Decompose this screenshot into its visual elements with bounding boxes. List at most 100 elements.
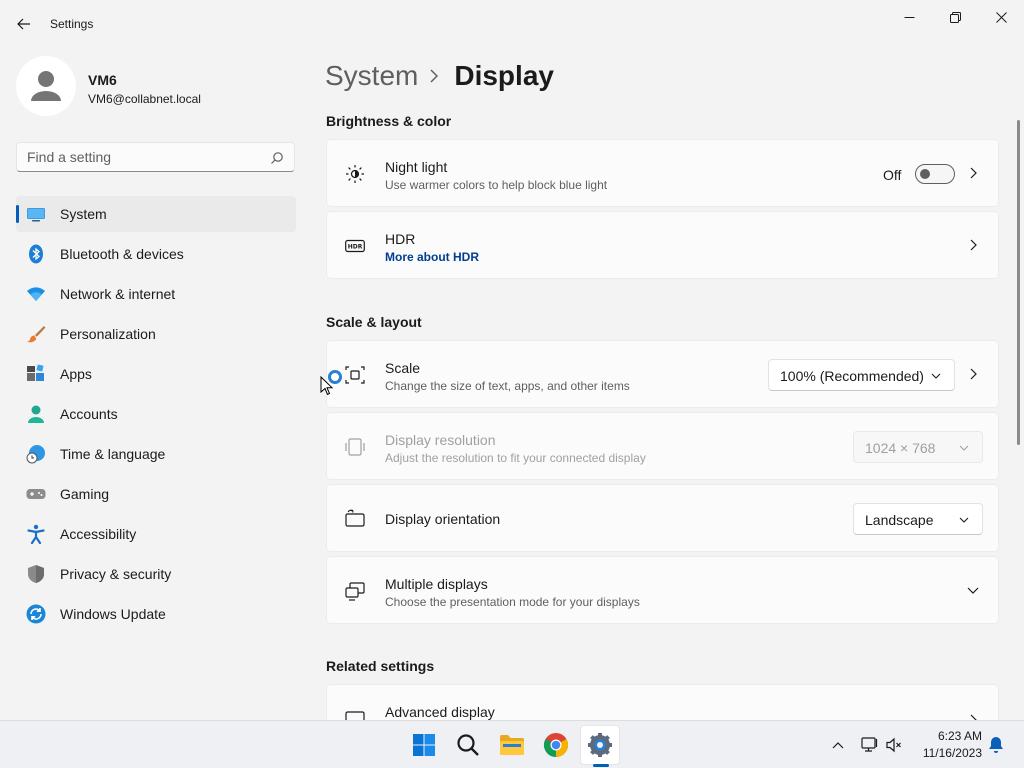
- back-button[interactable]: [10, 10, 38, 38]
- chevron-down-icon: [967, 587, 979, 594]
- orientation-dropdown[interactable]: Landscape: [853, 503, 983, 535]
- user-profile[interactable]: VM6 VM6@collabnet.local: [16, 56, 296, 116]
- search-input[interactable]: [27, 143, 267, 171]
- breadcrumb-parent-link[interactable]: System: [325, 60, 418, 92]
- chevron-down-icon: [959, 445, 969, 451]
- orientation-dropdown-value: Landscape: [865, 512, 934, 528]
- apps-icon: [27, 364, 44, 381]
- chevron-down-icon: [931, 373, 941, 379]
- accessibility-icon: [27, 524, 45, 544]
- bluetooth-icon: [29, 244, 43, 264]
- settings-icon: [588, 733, 612, 757]
- svg-text:HDR: HDR: [348, 244, 363, 251]
- person-icon: [28, 405, 44, 423]
- scrollbar-thumb[interactable]: [1017, 120, 1020, 445]
- wifi-icon: [27, 287, 45, 301]
- sidebar-item-label: Apps: [60, 366, 92, 382]
- close-button[interactable]: [978, 4, 1024, 30]
- sidebar-item-personalization[interactable]: Personalization: [16, 316, 296, 352]
- file-explorer-icon: [500, 735, 524, 755]
- section-title-scale-layout: Scale & layout: [326, 314, 422, 330]
- speaker-muted-icon: [886, 737, 901, 753]
- monitor-icon: [27, 208, 45, 222]
- display-orientation-card: Display orientation Landscape: [326, 484, 999, 552]
- page-title: Display: [454, 60, 554, 91]
- orientation-icon: [345, 509, 365, 527]
- hdr-card[interactable]: HDR HDR More about HDR: [326, 211, 999, 279]
- advanced-display-card[interactable]: Advanced display: [326, 684, 999, 727]
- start-icon: [413, 734, 435, 756]
- network-status-icon: [861, 737, 878, 752]
- back-arrow-icon: [17, 18, 30, 30]
- sidebar-item-label: Bluetooth & devices: [60, 246, 184, 262]
- sidebar-item-apps[interactable]: Apps: [16, 356, 296, 392]
- restore-button[interactable]: [932, 4, 978, 30]
- scale-dropdown-value: 100% (Recommended): [780, 368, 924, 384]
- chrome-button[interactable]: [536, 725, 576, 765]
- clock-date[interactable]: 11/16/2023: [910, 746, 982, 760]
- minimize-button[interactable]: [886, 4, 932, 30]
- clock-globe-icon: [26, 445, 45, 464]
- display-resolution-card: Display resolution Adjust the resolution…: [326, 412, 999, 480]
- avatar: [16, 56, 76, 116]
- start-button[interactable]: [404, 725, 444, 765]
- search-icon: [457, 734, 479, 756]
- multiple-displays-card[interactable]: Multiple displays Choose the presentatio…: [326, 556, 999, 624]
- sidebar-item-label: Personalization: [60, 326, 156, 342]
- advanced-display-title: Advanced display: [385, 704, 495, 720]
- minimize-icon: [904, 16, 914, 18]
- volume-tray-button[interactable]: [884, 735, 904, 755]
- resolution-dropdown-value: 1024 × 768: [865, 440, 936, 456]
- sidebar-item-label: Privacy & security: [60, 566, 172, 582]
- resolution-dropdown: 1024 × 768: [853, 431, 983, 463]
- breadcrumb-separator: [430, 68, 442, 84]
- night-light-icon: [346, 165, 364, 183]
- scale-dropdown[interactable]: 100% (Recommended): [768, 359, 955, 391]
- sidebar-item-system[interactable]: System: [16, 196, 296, 232]
- sidebar-item-accessibility[interactable]: Accessibility: [16, 516, 296, 552]
- sidebar-item-label: Accounts: [60, 406, 118, 422]
- night-light-card[interactable]: Night light Use warmer colors to help bl…: [326, 139, 999, 207]
- sidebar-item-accounts[interactable]: Accounts: [16, 396, 296, 432]
- shield-icon: [28, 565, 44, 583]
- taskbar: 6:23 AM 11/16/2023: [0, 720, 1024, 768]
- title-bar: Settings: [0, 0, 1024, 48]
- notifications-button[interactable]: [986, 735, 1006, 755]
- settings-taskbar-button[interactable]: [580, 725, 620, 765]
- chevron-up-icon: [832, 742, 844, 749]
- display-resolution-subtitle: Adjust the resolution to fit your connec…: [385, 451, 646, 465]
- search-icon[interactable]: [270, 151, 284, 165]
- sidebar-item-time-language[interactable]: Time & language: [16, 436, 296, 472]
- sidebar-item-windows-update[interactable]: Windows Update: [16, 596, 296, 632]
- hdr-icon: HDR: [345, 239, 365, 253]
- chevron-right-icon: [970, 167, 977, 179]
- sidebar-item-label: Network & internet: [60, 286, 176, 302]
- multiple-displays-title: Multiple displays: [385, 576, 488, 592]
- breadcrumb: System Display: [325, 58, 554, 94]
- display-resolution-title: Display resolution: [385, 432, 496, 448]
- network-tray-button[interactable]: [860, 735, 880, 755]
- show-hidden-icons-button[interactable]: [828, 735, 848, 755]
- night-light-toggle[interactable]: [915, 164, 955, 184]
- sidebar-item-gaming[interactable]: Gaming: [16, 476, 296, 512]
- sidebar-item-network[interactable]: Network & internet: [16, 276, 296, 312]
- resolution-icon: [345, 438, 365, 456]
- sidebar-item-label: Accessibility: [60, 526, 137, 542]
- clock-time[interactable]: 6:23 AM: [910, 729, 982, 743]
- chevron-right-icon: [970, 368, 977, 380]
- restore-icon: [949, 11, 961, 23]
- busy-indicator-icon: [328, 370, 342, 384]
- multiple-displays-icon: [345, 582, 365, 601]
- taskbar-search-button[interactable]: [448, 725, 488, 765]
- user-avatar-icon: [31, 71, 61, 101]
- night-light-subtitle: Use warmer colors to help block blue lig…: [385, 178, 608, 192]
- scale-title: Scale: [385, 360, 421, 376]
- section-title-brightness: Brightness & color: [326, 113, 452, 129]
- sidebar-item-privacy[interactable]: Privacy & security: [16, 556, 296, 592]
- sidebar-nav: System Bluetooth & devices Network & int…: [16, 196, 296, 636]
- sidebar-item-bluetooth[interactable]: Bluetooth & devices: [16, 236, 296, 272]
- scale-card[interactable]: Scale Change the size of text, apps, and…: [326, 340, 999, 408]
- chevron-right-icon: [430, 69, 439, 83]
- hdr-learn-more-link[interactable]: More about HDR: [385, 250, 479, 264]
- file-explorer-button[interactable]: [492, 725, 532, 765]
